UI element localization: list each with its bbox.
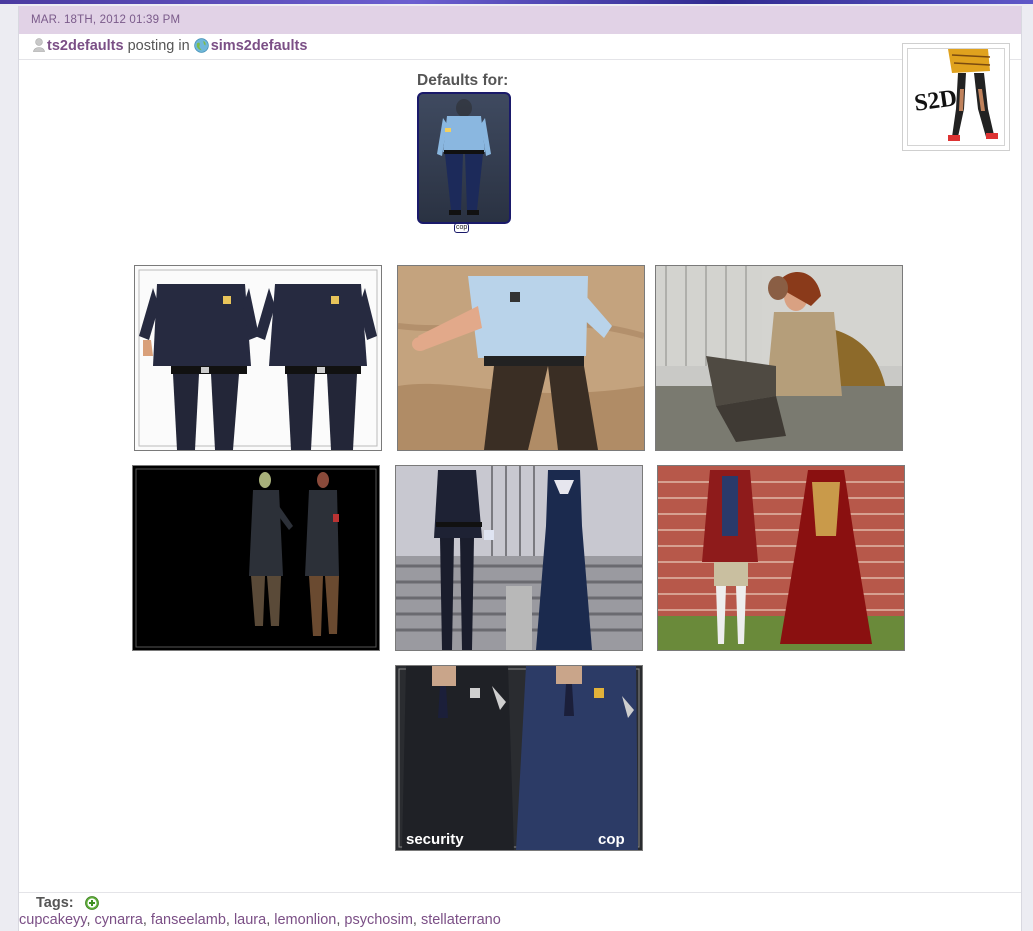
default-item-thumbnail[interactable] <box>417 92 511 224</box>
tag-list: cupcakeyy, cynarra, fanseelamb, laura, l… <box>19 912 501 928</box>
preview-image-couple-sofa[interactable] <box>655 265 903 451</box>
plus-circle-icon[interactable] <box>85 896 99 910</box>
posting-in-text: posting in <box>127 38 190 54</box>
tags-divider <box>19 892 1021 893</box>
preview-image-alien-police-coats[interactable] <box>132 465 380 651</box>
user-avatar[interactable]: S2D <box>902 43 1010 151</box>
tag-link[interactable]: lemonlion <box>274 912 336 928</box>
cop-caption: cop <box>598 831 625 848</box>
tags-heading: Tags: <box>36 895 74 911</box>
top-accent-bar <box>0 0 1033 4</box>
globe-icon[interactable] <box>193 38 209 53</box>
post-entry: MAR. 18TH, 2012 01:39 PM ts2defaults pos… <box>18 6 1022 931</box>
preview-image-security-cop-coats[interactable]: security cop <box>395 665 643 851</box>
tag-link[interactable]: cynarra <box>95 912 143 928</box>
tag-link[interactable]: stellaterrano <box>421 912 501 928</box>
post-header-bar: MAR. 18TH, 2012 01:39 PM <box>19 6 1021 34</box>
default-item-label: cop <box>454 223 470 233</box>
preview-image-cop-uniforms-front[interactable] <box>134 265 382 451</box>
defaults-for-heading: Defaults for: <box>417 72 509 89</box>
preview-image-cop-running[interactable] <box>397 265 645 451</box>
tag-link[interactable]: laura <box>234 912 266 928</box>
user-icon[interactable] <box>33 38 45 52</box>
tag-link[interactable]: psychosim <box>344 912 413 928</box>
post-date: MAR. 18TH, 2012 01:39 PM <box>31 14 181 26</box>
tag-link[interactable]: fanseelamb <box>151 912 226 928</box>
security-caption: security <box>406 831 464 848</box>
cop-outfit-image <box>437 99 491 215</box>
avatar-image: S2D <box>908 49 1004 145</box>
username-link[interactable]: ts2defaults <box>47 38 124 54</box>
preview-image-colonial-red-outfits[interactable] <box>657 465 905 651</box>
community-link[interactable]: sims2defaults <box>211 38 308 54</box>
byline-divider <box>19 59 1021 60</box>
tag-link[interactable]: cupcakeyy <box>19 912 86 928</box>
preview-image-victorian-police-dress[interactable] <box>395 465 643 651</box>
post-byline: ts2defaults posting in sims2defaults <box>33 38 307 54</box>
